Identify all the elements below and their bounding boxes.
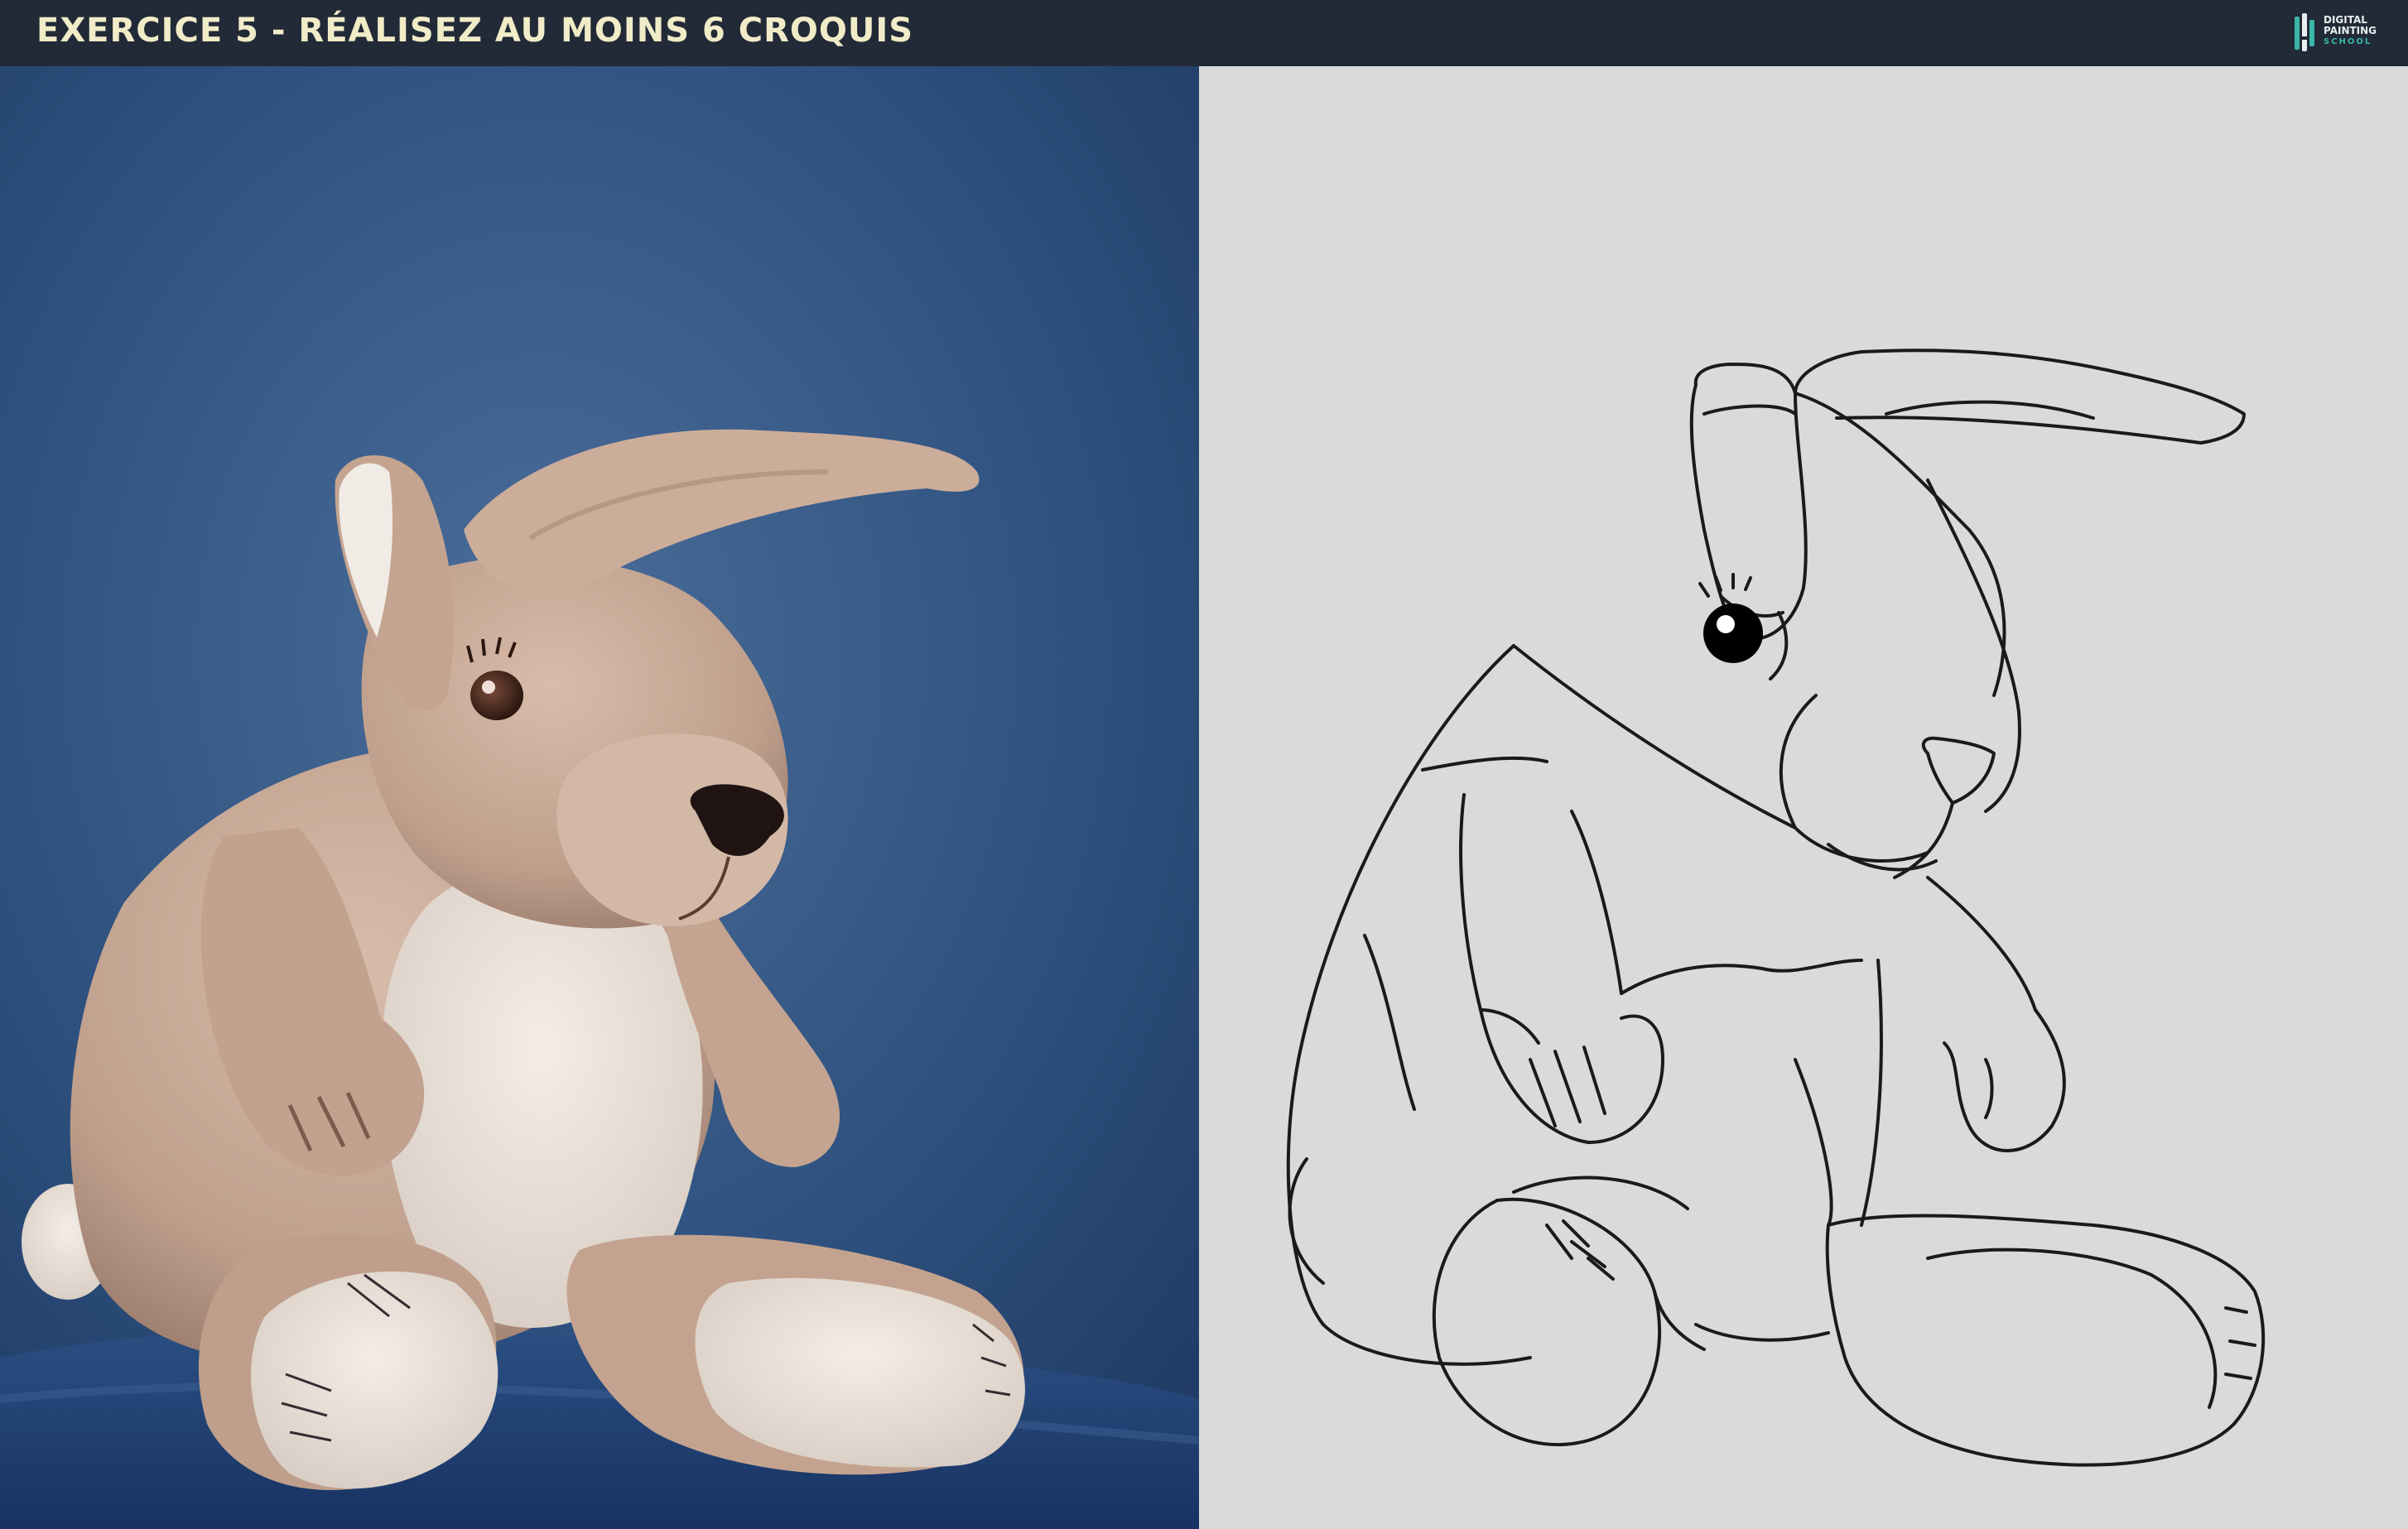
header-bar: EXERCICE 5 - RÉALISEZ AU MOINS 6 CROQUIS… [0,0,2408,66]
logo-text: DIGITAL PAINTING SCHOOL [2324,15,2377,47]
sketch-drawing [1199,66,2408,1529]
reference-photo [0,66,1199,1529]
dps-logo: DIGITAL PAINTING SCHOOL [2292,12,2390,55]
plush-rabbit-photo [0,66,1199,1529]
exercise-page: EXERCICE 5 - RÉALISEZ AU MOINS 6 CROQUIS… [0,0,2408,1529]
rabbit-line-sketch [1286,349,2266,1467]
logo-line-3: SCHOOL [2324,37,2372,46]
logo-line-2: PAINTING [2324,25,2377,36]
brush-logo-icon [2295,13,2314,51]
page-title: EXERCICE 5 - RÉALISEZ AU MOINS 6 CROQUIS [36,12,914,50]
